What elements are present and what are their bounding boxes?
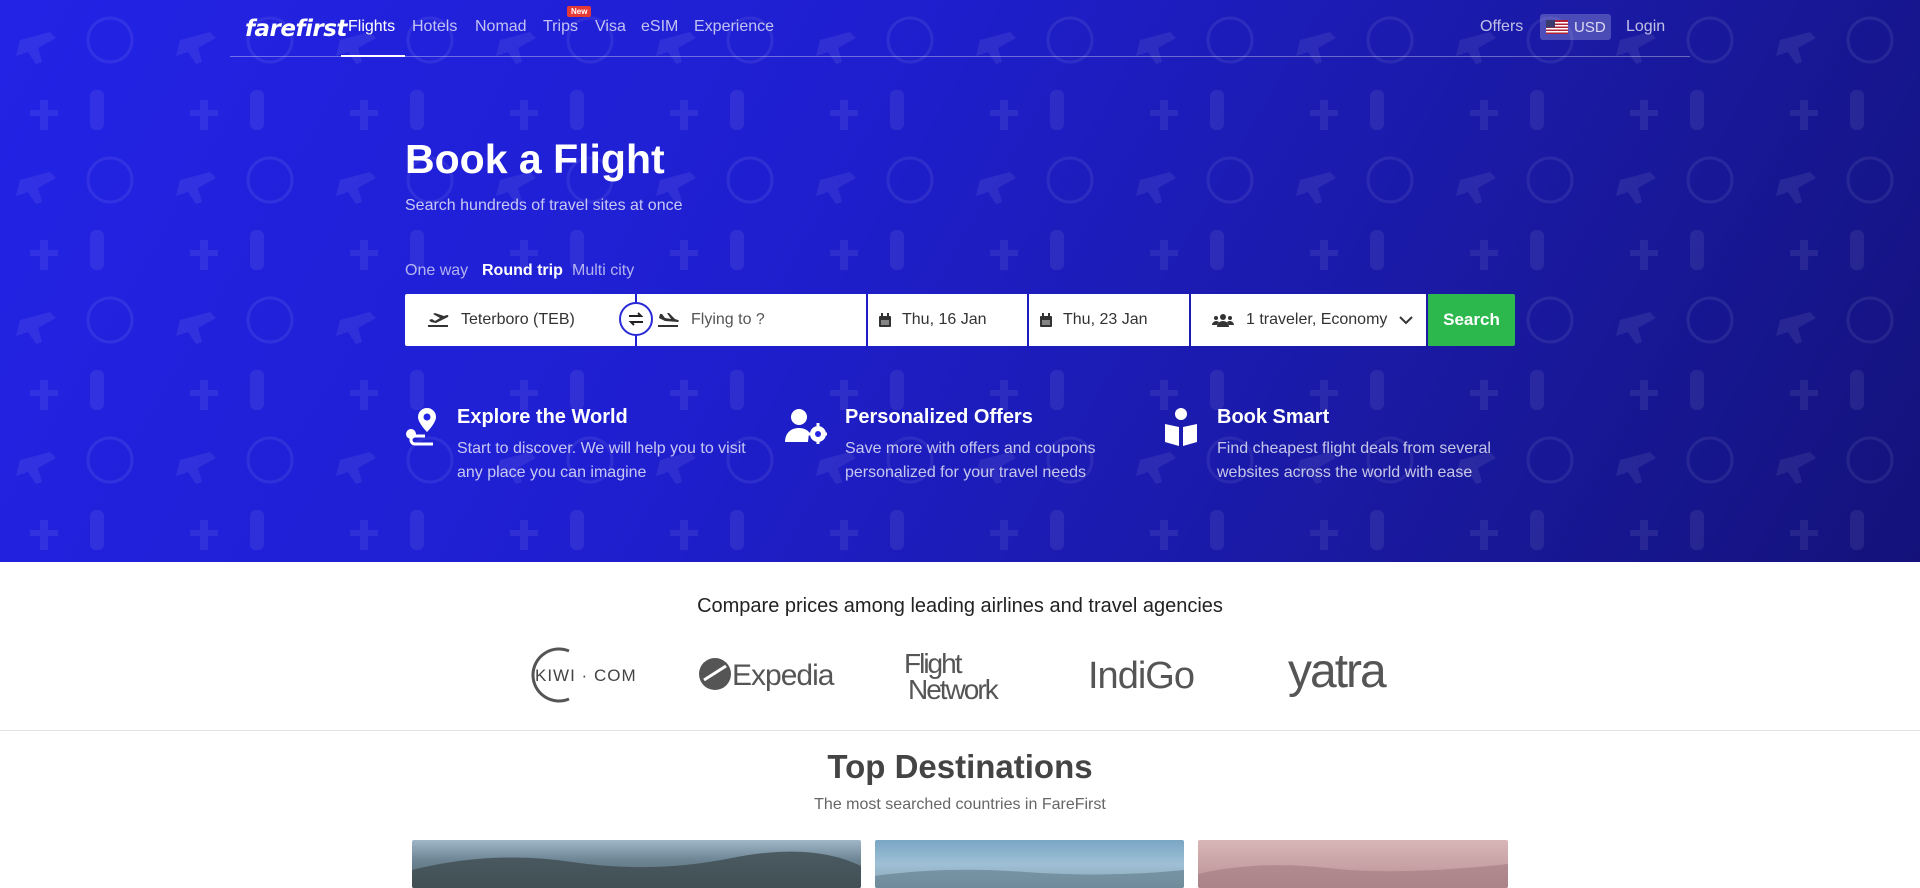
route-pin-icon xyxy=(405,408,437,451)
travelers-selector[interactable]: 1 traveler, Economy xyxy=(1191,294,1426,346)
svg-text:Expedia: Expedia xyxy=(732,659,835,692)
nav-active-indicator xyxy=(341,55,405,57)
expedia-logo: Expedia xyxy=(698,640,844,710)
trip-type-round-trip[interactable]: Round trip xyxy=(482,262,563,280)
nav-esim[interactable]: eSIM xyxy=(641,18,678,36)
nav-visa[interactable]: Visa xyxy=(595,18,626,36)
users-icon xyxy=(1212,313,1234,327)
calendar-icon xyxy=(1039,312,1053,328)
kiwi-logo: KIWI · COM xyxy=(520,640,640,710)
calendar-icon xyxy=(878,312,892,328)
us-flag-icon xyxy=(1546,20,1568,34)
page-title: Book a Flight xyxy=(405,136,665,182)
search-button[interactable]: Search xyxy=(1428,294,1515,346)
feature-title-explore: Explore the World xyxy=(457,406,628,428)
feature-title-book-smart: Book Smart xyxy=(1217,406,1330,428)
destination-field[interactable]: Flying to ? xyxy=(637,294,866,346)
yatra-logo: yatra xyxy=(1284,640,1394,710)
page-subtitle: Search hundreds of travel sites at once xyxy=(405,197,683,214)
feature-title-offers: Personalized Offers xyxy=(845,406,1033,428)
destination-card[interactable] xyxy=(1198,840,1508,888)
nav-hotels[interactable]: Hotels xyxy=(412,18,457,36)
svg-text:Network: Network xyxy=(908,674,1000,705)
destination-card[interactable] xyxy=(412,840,861,888)
feature-desc-offers: Save more with offers and coupons person… xyxy=(845,440,1096,481)
partners-heading: Compare prices among leading airlines an… xyxy=(697,595,1223,617)
destinations-title: Top Destinations xyxy=(827,748,1093,785)
nav-login[interactable]: Login xyxy=(1626,18,1665,36)
destination-card[interactable] xyxy=(875,840,1184,888)
currency-label: USD xyxy=(1574,18,1606,36)
depart-date-value: Thu, 16 Jan xyxy=(902,311,987,328)
svg-text:IndiGo: IndiGo xyxy=(1088,655,1194,697)
plane-takeoff-icon xyxy=(427,312,449,328)
flight-network-logo: Flight Network xyxy=(900,640,1020,710)
swap-arrows-icon xyxy=(628,312,644,326)
indigo-logo: IndiGo xyxy=(1086,640,1210,710)
feature-desc-book-smart: Find cheapest flight deals from several … xyxy=(1217,440,1491,481)
plane-landing-icon xyxy=(657,312,679,328)
nav-flights[interactable]: Flights xyxy=(348,18,395,36)
svg-text:yatra: yatra xyxy=(1288,647,1387,698)
travelers-value: 1 traveler, Economy xyxy=(1246,311,1388,328)
depart-date-field[interactable]: Thu, 16 Jan xyxy=(868,294,1027,346)
nav-nomad[interactable]: Nomad xyxy=(475,18,527,36)
feature-desc-explore: Start to discover. We will help you to v… xyxy=(457,440,746,481)
open-book-icon xyxy=(1165,408,1197,451)
farefirst-logo[interactable]: farefirst xyxy=(245,16,347,42)
return-date-field[interactable]: Thu, 23 Jan xyxy=(1029,294,1189,346)
svg-text:KIWI · COM: KIWI · COM xyxy=(535,666,637,685)
destinations-subtitle: The most searched countries in FareFirst xyxy=(814,796,1106,813)
origin-field[interactable]: Teterboro (TEB) xyxy=(405,294,635,346)
nav-trips[interactable]: Trips xyxy=(543,18,578,36)
new-badge: New xyxy=(567,6,592,17)
nav-experience[interactable]: Experience xyxy=(694,18,774,36)
hero-section: farefirst Flights Hotels Nomad Trips New… xyxy=(0,0,1920,562)
currency-selector[interactable]: USD xyxy=(1540,14,1611,40)
section-divider xyxy=(0,730,1920,731)
chevron-down-icon xyxy=(1399,315,1414,325)
user-gear-icon xyxy=(785,408,829,449)
return-date-value: Thu, 23 Jan xyxy=(1063,311,1148,328)
trip-type-one-way[interactable]: One way xyxy=(405,262,468,280)
trip-type-multi-city[interactable]: Multi city xyxy=(572,262,634,280)
origin-value: Teterboro (TEB) xyxy=(461,311,575,328)
nav-offers[interactable]: Offers xyxy=(1480,18,1523,36)
top-nav: farefirst Flights Hotels Nomad Trips New… xyxy=(230,0,1690,57)
swap-button[interactable] xyxy=(619,302,653,336)
destination-placeholder: Flying to ? xyxy=(691,311,765,328)
